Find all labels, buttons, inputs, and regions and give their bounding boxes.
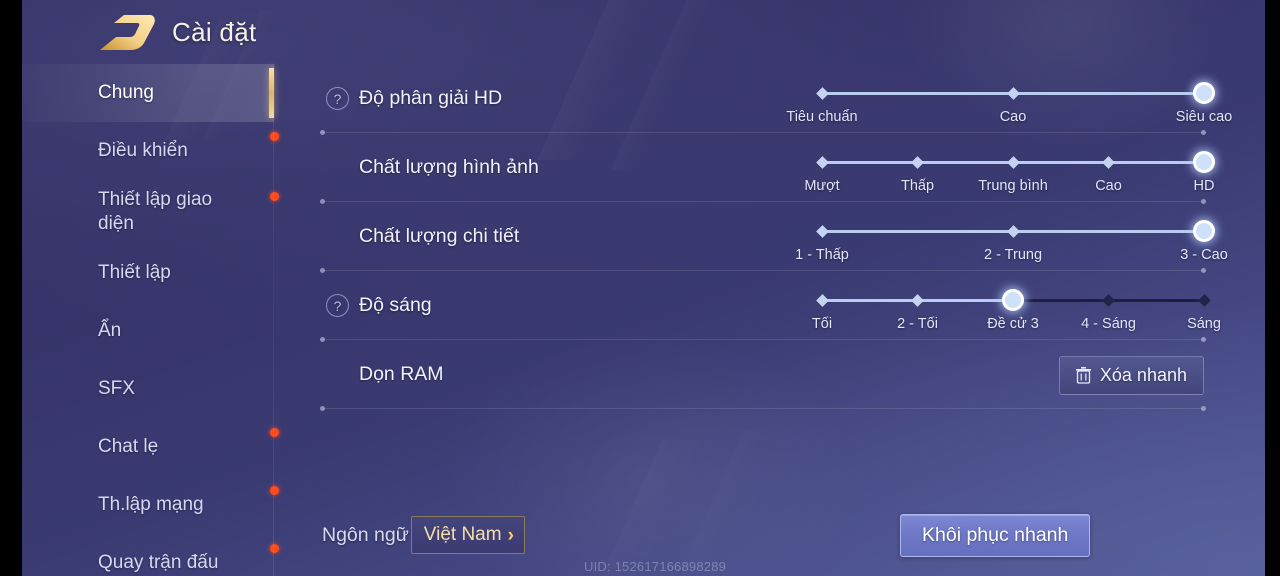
language-select-button[interactable]: Việt Nam › bbox=[410, 516, 525, 554]
sidebar-item-label: Quay trận đấu bbox=[98, 551, 219, 573]
slider-option-label: Tiêu chuẩn bbox=[786, 109, 858, 125]
sidebar-item-label: Ẩn bbox=[98, 319, 122, 341]
trash-icon bbox=[1075, 367, 1091, 384]
slider-option-label: Cao bbox=[1095, 178, 1122, 194]
slider-tick[interactable] bbox=[911, 293, 924, 307]
setting-row-do-sang: ? Độ sáng Tối 2 - Tối Đề cử 3 4 - Sáng S… bbox=[274, 271, 1265, 342]
slider-chat-luong-chi-tiet[interactable]: 1 - Thấp 2 - Trung 3 - Cao bbox=[795, 216, 1228, 268]
slider-option-label: 3 - Cao bbox=[1180, 247, 1228, 263]
slider-option-label: Tối bbox=[811, 316, 833, 332]
slider-do-sang[interactable]: Tối 2 - Tối Đề cử 3 4 - Sáng Sáng bbox=[812, 285, 1221, 337]
sidebar-item-label: Chat lẹ bbox=[98, 435, 159, 457]
setting-label: Độ phân giải HD bbox=[359, 87, 503, 109]
sidebar-item-chung[interactable]: Chung bbox=[22, 64, 274, 122]
setting-label-wrap: Chất lượng hình ảnh bbox=[359, 156, 539, 179]
sidebar-item-label: Chung bbox=[98, 81, 154, 103]
sidebar-item-sfx[interactable]: SFX bbox=[22, 360, 274, 418]
setting-label-wrap: ? Độ phân giải HD bbox=[326, 87, 502, 110]
setting-row-don-ram: Dọn RAM Xóa nhanh bbox=[274, 340, 1265, 411]
slider-tick[interactable] bbox=[1102, 155, 1115, 169]
setting-label: Độ sáng bbox=[359, 294, 432, 316]
slider-thumb[interactable] bbox=[1002, 289, 1024, 311]
slider-chat-luong-hinh-anh[interactable]: Mượt Thấp Trung bình Cao HD bbox=[804, 147, 1215, 199]
setting-row-do-phan-giai-hd: ? Độ phân giải HD Tiêu chuẩn Cao Siêu ca… bbox=[274, 64, 1265, 135]
header-bar: Cài đặt bbox=[22, 0, 1265, 64]
clear-ram-button-label: Xóa nhanh bbox=[1099, 365, 1187, 385]
slider-do-phan-giai-hd[interactable]: Tiêu chuẩn Cao Siêu cao bbox=[786, 78, 1232, 130]
slider-tick[interactable] bbox=[815, 155, 829, 169]
slider-option-label: Trung bình bbox=[978, 178, 1048, 194]
sidebar-item-label: SFX bbox=[98, 377, 135, 399]
chevron-right-icon: › bbox=[507, 524, 514, 546]
help-icon[interactable]: ? bbox=[326, 294, 349, 317]
slider-tick[interactable] bbox=[815, 293, 829, 307]
language-selector-wrap: Ngôn ngữ Việt Nam › bbox=[322, 516, 525, 554]
slider-tick[interactable] bbox=[1006, 224, 1020, 238]
slider-tick[interactable] bbox=[1102, 293, 1115, 307]
slider-option-label: 2 - Tối bbox=[897, 316, 938, 332]
footer-bar: Ngôn ngữ Việt Nam › Khôi phục nhanh UID:… bbox=[274, 500, 1265, 576]
slider-option-label: Đề cử 3 bbox=[987, 316, 1039, 332]
language-label: Ngôn ngữ bbox=[322, 523, 409, 546]
clear-ram-button[interactable]: Xóa nhanh bbox=[1058, 356, 1204, 395]
slider-option-label: 2 - Trung bbox=[983, 247, 1043, 263]
slider-option-label: Mượt bbox=[804, 178, 840, 194]
slider-tick[interactable] bbox=[911, 155, 924, 169]
sidebar-item-thiet-lap[interactable]: Thiết lập bbox=[22, 244, 274, 302]
slider-tick[interactable] bbox=[1006, 86, 1020, 100]
slider-tick[interactable] bbox=[815, 224, 829, 238]
slider-option-label: Cao bbox=[999, 109, 1027, 125]
page-title: Cài đặt bbox=[172, 16, 257, 47]
quick-restore-button[interactable]: Khôi phục nhanh bbox=[900, 514, 1091, 557]
sidebar-item-quay-tran-dau[interactable]: Quay trận đấu bbox=[22, 534, 279, 576]
sidebar-item-label: Điều khiển bbox=[98, 139, 188, 161]
setting-label: Dọn RAM bbox=[359, 363, 444, 385]
setting-row-chat-luong-chi-tiet: Chất lượng chi tiết 1 - Thấp 2 - Trung 3… bbox=[274, 202, 1265, 273]
slider-option-label: 1 - Thấp bbox=[795, 247, 849, 263]
garena-d-logo-icon bbox=[100, 15, 155, 50]
setting-label-wrap: Chất lượng chi tiết bbox=[359, 225, 519, 248]
sidebar-item-th-lap-mang[interactable]: Th.lập mạng bbox=[22, 476, 279, 534]
sidebar-nav: Chung Điều khiển Thiết lập giao diện Thi… bbox=[22, 64, 279, 576]
slider-option-label: 4 - Sáng bbox=[1081, 316, 1136, 332]
slider-thumb[interactable] bbox=[1193, 82, 1215, 104]
slider-option-label: HD bbox=[1193, 178, 1215, 194]
setting-label-wrap: Dọn RAM bbox=[359, 363, 444, 386]
slider-tick[interactable] bbox=[815, 86, 829, 100]
slider-option-label: Sáng bbox=[1187, 316, 1221, 332]
setting-label: Chất lượng hình ảnh bbox=[359, 156, 539, 178]
uid-text: UID: 152617166898289 bbox=[584, 559, 727, 574]
sidebar-item-thiet-lap-giao-dien[interactable]: Thiết lập giao diện bbox=[22, 180, 279, 244]
settings-panel: Cài đặt Chung Điều khiển Thiết lập giao … bbox=[22, 0, 1265, 576]
slider-option-label: Thấp bbox=[900, 178, 935, 194]
sidebar-item-label: Th.lập mạng bbox=[98, 493, 204, 515]
setting-label: Chất lượng chi tiết bbox=[359, 225, 520, 247]
setting-row-chat-luong-hinh-anh: Chất lượng hình ảnh Mượt Thấp Trung bình… bbox=[274, 133, 1265, 204]
sidebar-item-dieu-khien[interactable]: Điều khiển bbox=[22, 122, 279, 180]
setting-label-wrap: ? Độ sáng bbox=[326, 294, 432, 317]
sidebar-item-label: Thiết lập bbox=[98, 261, 171, 283]
row-divider bbox=[320, 406, 1206, 411]
slider-thumb[interactable] bbox=[1193, 220, 1215, 242]
slider-thumb[interactable] bbox=[1193, 151, 1215, 173]
slider-tick[interactable] bbox=[1006, 155, 1020, 169]
sidebar-item-chat-le[interactable]: Chat lẹ bbox=[22, 418, 279, 476]
slider-tick[interactable] bbox=[1197, 293, 1211, 307]
slider-option-label: Siêu cao bbox=[1175, 109, 1233, 125]
sidebar-item-an[interactable]: Ẩn bbox=[22, 302, 274, 360]
language-value: Việt Nam bbox=[423, 524, 502, 545]
sidebar-item-label: Thiết lập giao diện bbox=[98, 188, 213, 234]
help-icon[interactable]: ? bbox=[326, 87, 349, 110]
app-screen: Cài đặt Chung Điều khiển Thiết lập giao … bbox=[0, 0, 1280, 576]
